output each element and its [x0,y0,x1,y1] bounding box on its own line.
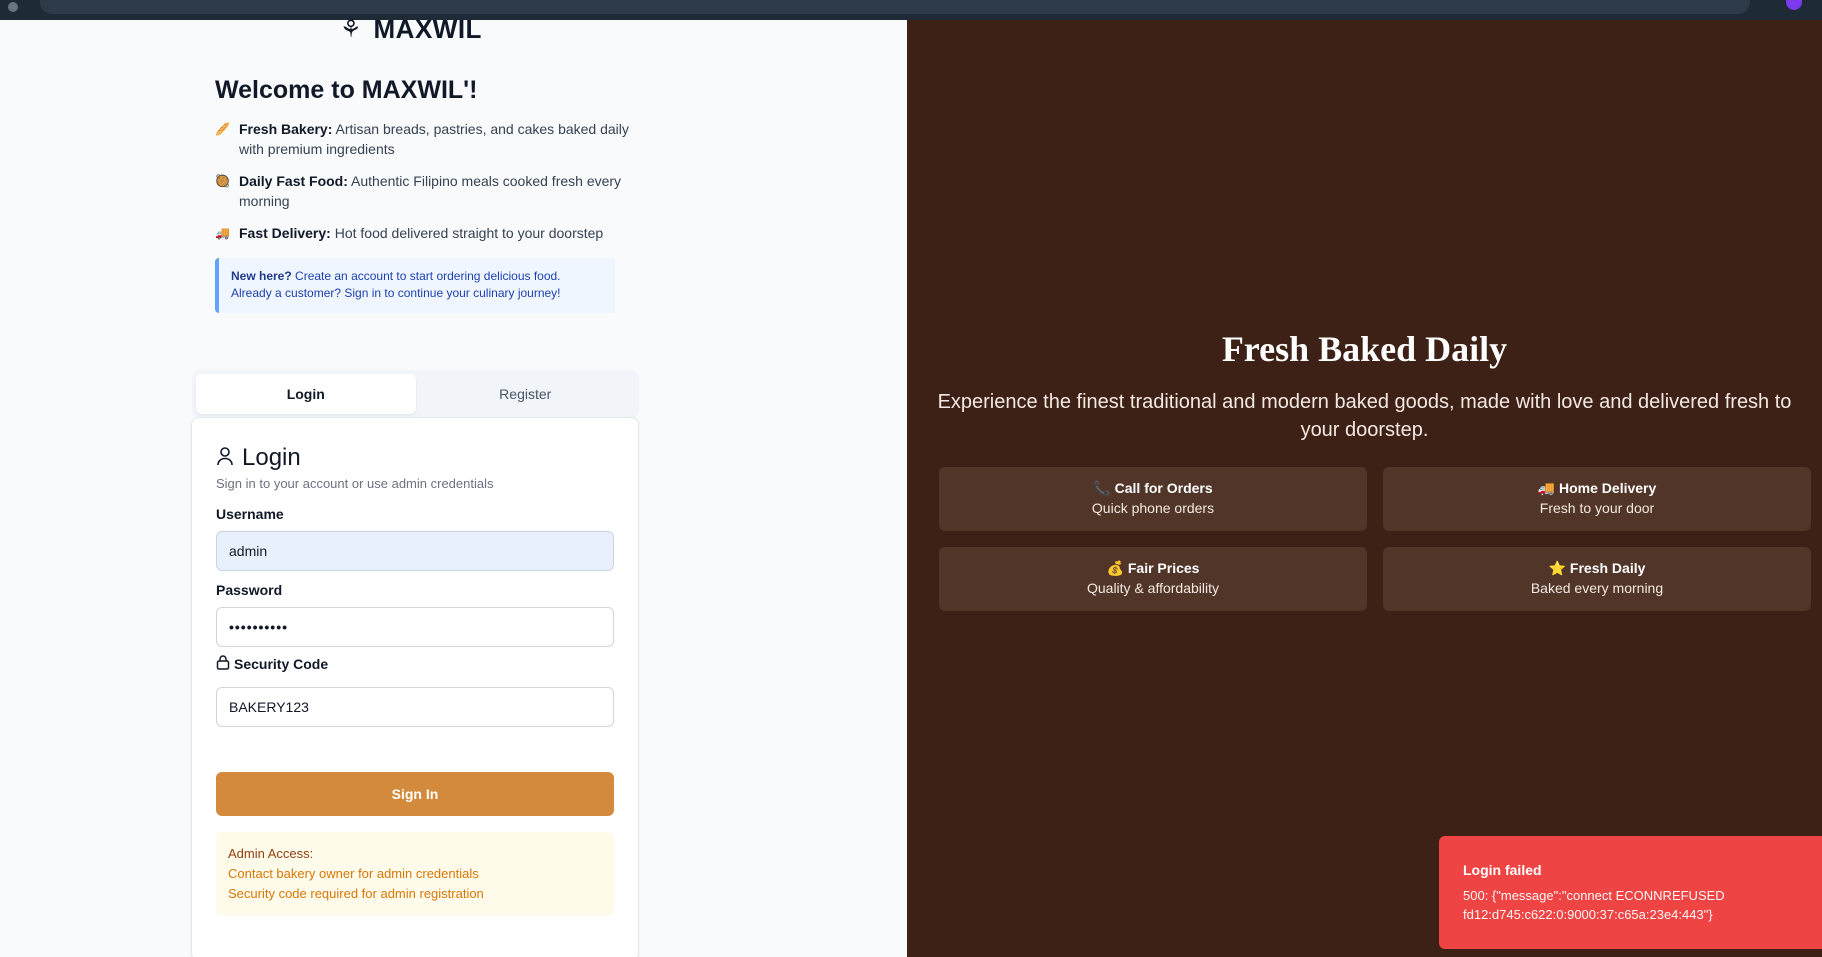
lock-icon [216,654,230,673]
money-bag-icon: 💰 [1106,560,1124,576]
browser-toolbar [0,0,1822,20]
browser-control-icon[interactable] [8,2,18,12]
brand-logo: ⚘ MAXWIL [340,14,482,45]
info-callout: New here? Create an account to start ord… [215,258,615,313]
feature-title: Daily Fast Food: [239,173,348,189]
username-field[interactable]: admin [216,531,614,571]
admin-heading: Admin Access: [228,846,314,861]
callout-strong: New here? [231,269,292,283]
tile-title: Home Delivery [1559,480,1657,496]
card-title: Login [242,444,301,471]
feature-tile-delivery: 🚚 Home Delivery Fresh to your door [1383,467,1811,531]
feature-tile-fresh: ⭐ Fresh Daily Baked every morning [1383,547,1811,611]
star-icon: ⭐ [1548,560,1567,576]
feature-title: Fast Delivery: [239,225,331,241]
feature-item: 🥖 Fresh Bakery: Artisan breads, pastries… [215,119,635,159]
card-header: Login [216,444,301,472]
bowl-icon: 🥘 [215,174,230,188]
address-bar[interactable] [40,0,1750,14]
username-label: Username [216,506,284,522]
welcome-title: Welcome to MAXWIL'! [215,76,478,104]
feature-tile-prices: 💰 Fair Prices Quality & affordability [939,547,1367,611]
password-label: Password [216,582,283,598]
tab-login[interactable]: Login [196,374,416,414]
card-subtitle: Sign in to your account or use admin cre… [216,476,494,491]
feature-tile-call: 📞 Call for Orders Quick phone orders [939,467,1367,531]
hero-subtitle: Experience the finest traditional and mo… [937,391,1792,441]
truck-icon: 🚚 [1537,480,1556,496]
sign-in-button[interactable]: Sign In [216,772,614,816]
truck-icon: 🚚 [215,226,230,240]
error-toast[interactable]: Login failed 500: {"message":"connect EC… [1439,836,1822,949]
feature-item: 🚚 Fast Delivery: Hot food delivered stra… [215,223,635,243]
tile-title: Fair Prices [1127,560,1200,576]
hero-title: Fresh Baked Daily [1221,329,1508,369]
tile-title: Call for Orders [1114,480,1213,496]
tab-register[interactable]: Register [416,374,636,414]
callout-line-1: Create an account to start ordering deli… [295,269,561,283]
toast-message: 500: {"message":"connect ECONNREFUSED fd… [1463,888,1725,922]
wheat-icon: ⚘ [340,16,362,43]
feature-title: Fresh Bakery: [239,121,333,137]
callout-line-2: Already a customer? Sign in to continue … [231,286,561,300]
tile-subtitle: Quality & affordability [1086,580,1220,596]
profile-avatar[interactable] [1786,0,1802,10]
admin-line-2: Security code required for admin registr… [228,886,484,901]
tile-subtitle: Baked every morning [1530,580,1664,596]
security-code-field[interactable]: BAKERY123 [216,687,614,727]
admin-access-notice: Admin Access: Contact bakery owner for a… [216,832,614,916]
hero-section: Fresh Baked Daily Experience the finest … [907,328,1822,444]
admin-line-1: Contact bakery owner for admin credentia… [228,866,479,881]
user-icon [216,446,234,471]
tile-subtitle: Fresh to your door [1539,500,1655,516]
phone-icon: 📞 [1093,480,1111,496]
brand-name: MAXWIL [373,14,482,44]
password-field[interactable]: •••••••••• [216,607,614,647]
security-code-label: Security Code [234,655,329,672]
auth-panel: ⚘ MAXWIL Welcome to MAXWIL'! 🥖 Fresh Bak… [0,14,907,957]
auth-tabs: Login Register [192,370,639,418]
feature-text: Hot food delivered straight to your door… [334,225,604,241]
login-card: Login Sign in to your account or use adm… [191,417,639,957]
tile-title: Fresh Daily [1569,560,1646,576]
feature-item: 🥘 Daily Fast Food: Authentic Filipino me… [215,171,635,211]
tile-subtitle: Quick phone orders [1091,500,1215,516]
bread-icon: 🥖 [215,122,230,136]
security-code-label-row: Security Code [216,654,328,673]
welcome-section: Welcome to MAXWIL'! 🥖 Fresh Bakery: Arti… [215,76,635,255]
toast-title: Login failed [1463,862,1542,878]
